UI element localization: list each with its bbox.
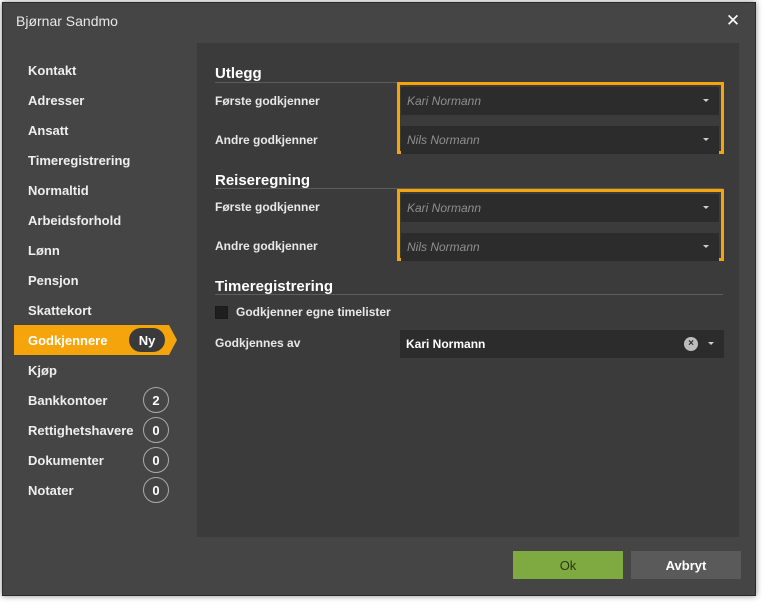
sidebar-item-normaltid[interactable]: Normaltid — [3, 175, 183, 205]
count-badge: 0 — [143, 417, 169, 443]
sidebar-item-label: Timeregistrering — [28, 152, 131, 168]
cancel-button[interactable]: Avbryt — [631, 551, 741, 579]
select-placeholder: Nils Normann — [407, 133, 480, 147]
sidebar-item-label: Ansatt — [28, 122, 69, 138]
sidebar-item-label: Lønn — [28, 242, 60, 258]
sidebar-item-kontakt[interactable]: Kontakt — [3, 55, 183, 85]
sidebar-item-arbeidsforhold[interactable]: Arbeidsforhold — [3, 205, 183, 235]
section-divider — [215, 294, 723, 295]
sidebar-item-ansatt[interactable]: Ansatt — [3, 115, 183, 145]
own-timesheets-checkbox-row[interactable]: Godkjenner egne timelister — [215, 305, 391, 319]
count-badge: 0 — [143, 477, 169, 503]
dialog: Bjørnar Sandmo ✕ Kontakt Adresser Ansatt… — [2, 2, 756, 596]
utlegg-second-approver-select[interactable]: Nils Normann — [401, 126, 719, 154]
section-title-utlegg: Utlegg — [215, 65, 262, 82]
sidebar-item-adresser[interactable]: Adresser — [3, 85, 183, 115]
sidebar-item-label: Pensjon — [28, 272, 79, 288]
sidebar-item-label: Normaltid — [28, 182, 89, 198]
sidebar-item-dokumenter[interactable]: Dokumenter 0 — [3, 445, 183, 475]
sidebar-item-lonn[interactable]: Lønn — [3, 235, 183, 265]
checkbox-label: Godkjenner egne timelister — [236, 305, 391, 319]
sidebar-item-label: Arbeidsforhold — [28, 212, 122, 228]
second-approver-label: Andre godkjenner — [215, 239, 318, 253]
ok-button[interactable]: Ok — [513, 551, 623, 579]
title-bar: Bjørnar Sandmo ✕ — [3, 3, 755, 39]
sidebar-item-rettighetshavere[interactable]: Rettighetshavere 0 — [3, 415, 183, 445]
caret-down-icon — [703, 245, 709, 248]
sidebar-item-godkjennere[interactable]: Godkjennere Ny — [14, 325, 177, 355]
sidebar-item-kjop[interactable]: Kjøp — [3, 355, 183, 385]
utlegg-first-approver-select[interactable]: Kari Normann — [401, 87, 719, 115]
count-badge: 2 — [143, 387, 169, 413]
reiseregning-first-approver-select[interactable]: Kari Normann — [401, 194, 719, 222]
select-value: Kari Normann — [406, 337, 486, 351]
caret-down-icon — [703, 99, 709, 102]
content-panel: Utlegg Første godkjenner Kari Normann An… — [197, 43, 739, 537]
sidebar-item-label: Notater — [28, 482, 74, 498]
sidebar-item-label: Skattekort — [28, 302, 92, 318]
caret-down-icon — [703, 206, 709, 209]
count-badge: 0 — [143, 447, 169, 473]
first-approver-label: Første godkjenner — [215, 200, 320, 214]
sidebar-item-label: Rettighetshavere — [28, 422, 134, 438]
dialog-title: Bjørnar Sandmo — [16, 13, 118, 29]
section-title-timeregistrering: Timeregistrering — [215, 278, 334, 295]
second-approver-label: Andre godkjenner — [215, 133, 318, 147]
select-placeholder: Kari Normann — [407, 201, 482, 215]
caret-down-icon — [708, 342, 714, 345]
sidebar-item-label: Godkjennere — [28, 332, 108, 348]
caret-down-icon — [703, 138, 709, 141]
sidebar-item-label: Adresser — [28, 92, 85, 108]
approved-by-select[interactable]: Kari Normann × — [400, 330, 724, 358]
sidebar-item-pensjon[interactable]: Pensjon — [3, 265, 183, 295]
clear-icon[interactable]: × — [684, 337, 698, 351]
section-title-reiseregning: Reiseregning — [215, 172, 311, 189]
sidebar-item-skattekort[interactable]: Skattekort — [3, 295, 183, 325]
sidebar-item-label: Kontakt — [28, 62, 77, 78]
first-approver-label: Første godkjenner — [215, 94, 320, 108]
select-placeholder: Nils Normann — [407, 240, 480, 254]
own-timesheets-checkbox[interactable] — [215, 305, 228, 319]
sidebar-item-notater[interactable]: Notater 0 — [3, 475, 183, 505]
sidebar-item-label: Dokumenter — [28, 452, 104, 468]
sidebar-item-label: Kjøp — [28, 362, 57, 378]
new-badge: Ny — [129, 328, 165, 352]
sidebar-item-label: Bankkontoer — [28, 392, 108, 408]
sidebar-item-bankkontoer[interactable]: Bankkontoer 2 — [3, 385, 183, 415]
sidebar: Kontakt Adresser Ansatt Timeregistrering… — [3, 55, 183, 505]
approved-by-label: Godkjennes av — [215, 336, 301, 350]
close-icon[interactable]: ✕ — [725, 12, 741, 29]
select-placeholder: Kari Normann — [407, 94, 482, 108]
sidebar-item-timeregistrering[interactable]: Timeregistrering — [3, 145, 183, 175]
reiseregning-second-approver-select[interactable]: Nils Normann — [401, 233, 719, 261]
